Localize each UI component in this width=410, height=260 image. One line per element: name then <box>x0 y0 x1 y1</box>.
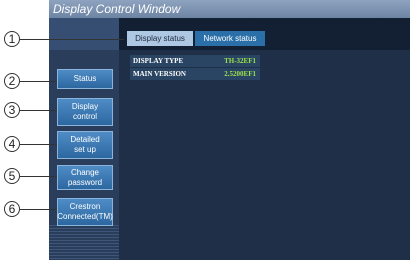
crestron-connected-button[interactable]: Crestron Connected(TM) <box>57 198 113 226</box>
status-button[interactable]: Status <box>57 69 113 89</box>
status-button-label: Status <box>73 74 97 83</box>
sidebar-footer-stripes <box>49 225 119 260</box>
main-version-label: MAIN VERSION <box>133 70 186 78</box>
callout-5: 5 <box>4 168 20 184</box>
callout-4: 4 <box>4 136 20 152</box>
callout-3-leader <box>20 110 57 111</box>
crestron-label-line2: Connected(TM) <box>57 212 113 221</box>
change-password-button[interactable]: Change password <box>57 165 113 190</box>
display-control-label-line1: Display <box>71 102 99 111</box>
info-row-main-version: MAIN VERSION 2.5200EF1 <box>130 68 260 80</box>
callout-2-leader <box>20 81 57 82</box>
detailed-setup-button[interactable]: Detailed set up <box>57 131 113 159</box>
sidebar-header <box>49 18 119 50</box>
change-password-label-line2: password <box>67 177 103 187</box>
tab-network-status[interactable]: Network status <box>195 31 265 46</box>
tab-display-status[interactable]: Display status <box>127 31 193 46</box>
callout-1: 1 <box>4 31 20 47</box>
main-version-value: 2.5200EF1 <box>224 70 256 78</box>
display-control-label-line2: control <box>72 112 97 121</box>
crestron-label-line1: Crestron <box>69 202 101 211</box>
callout-6: 6 <box>4 201 20 217</box>
callout-2: 2 <box>4 73 20 89</box>
detailed-setup-label-line1: Detailed <box>70 135 100 144</box>
detailed-setup-label-line2: set up <box>74 145 96 154</box>
display-control-button[interactable]: Display control <box>57 98 113 126</box>
display-type-value: TH-32EF1 <box>224 57 256 65</box>
callout-4-leader <box>20 144 57 145</box>
callout-1-leader <box>20 39 124 40</box>
callout-5-leader <box>20 176 57 177</box>
change-password-label-line1: Change <box>70 167 100 177</box>
callout-6-leader <box>20 209 57 210</box>
display-type-label: DISPLAY TYPE <box>133 57 184 65</box>
content-area <box>119 50 410 260</box>
callout-3: 3 <box>4 102 20 118</box>
info-row-display-type: DISPLAY TYPE TH-32EF1 <box>130 55 260 67</box>
window-title: Display Control Window <box>49 0 410 18</box>
